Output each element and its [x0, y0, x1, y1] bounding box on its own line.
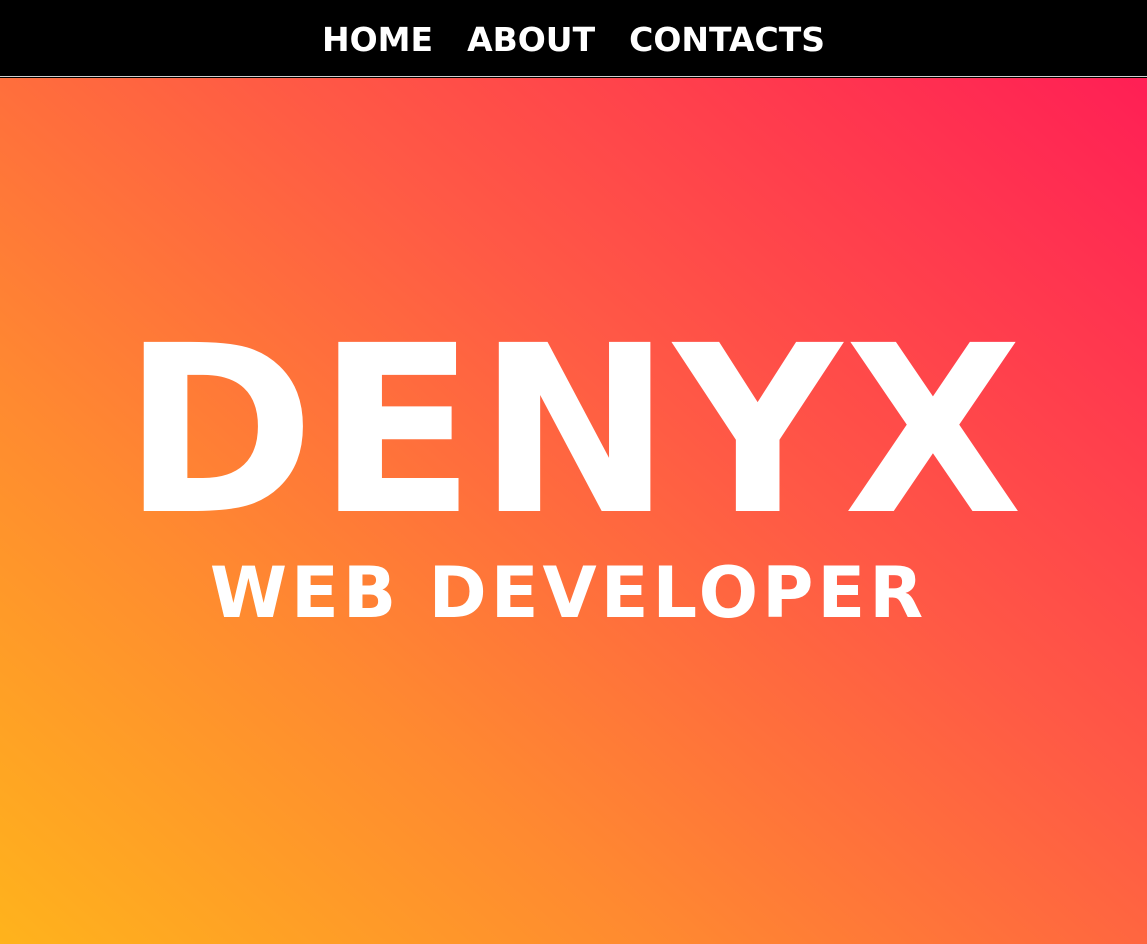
hero-section: DENYX WEB DEVELOPER	[0, 78, 1147, 944]
nav-link-home[interactable]: HOME	[322, 21, 433, 56]
nav-link-contacts[interactable]: CONTACTS	[629, 21, 825, 56]
nav-link-about[interactable]: ABOUT	[467, 21, 595, 56]
top-navbar: HOME ABOUT CONTACTS	[0, 0, 1147, 77]
hero-title: DENYX	[122, 296, 1025, 566]
hero-subtitle: WEB DEVELOPER	[209, 552, 928, 634]
